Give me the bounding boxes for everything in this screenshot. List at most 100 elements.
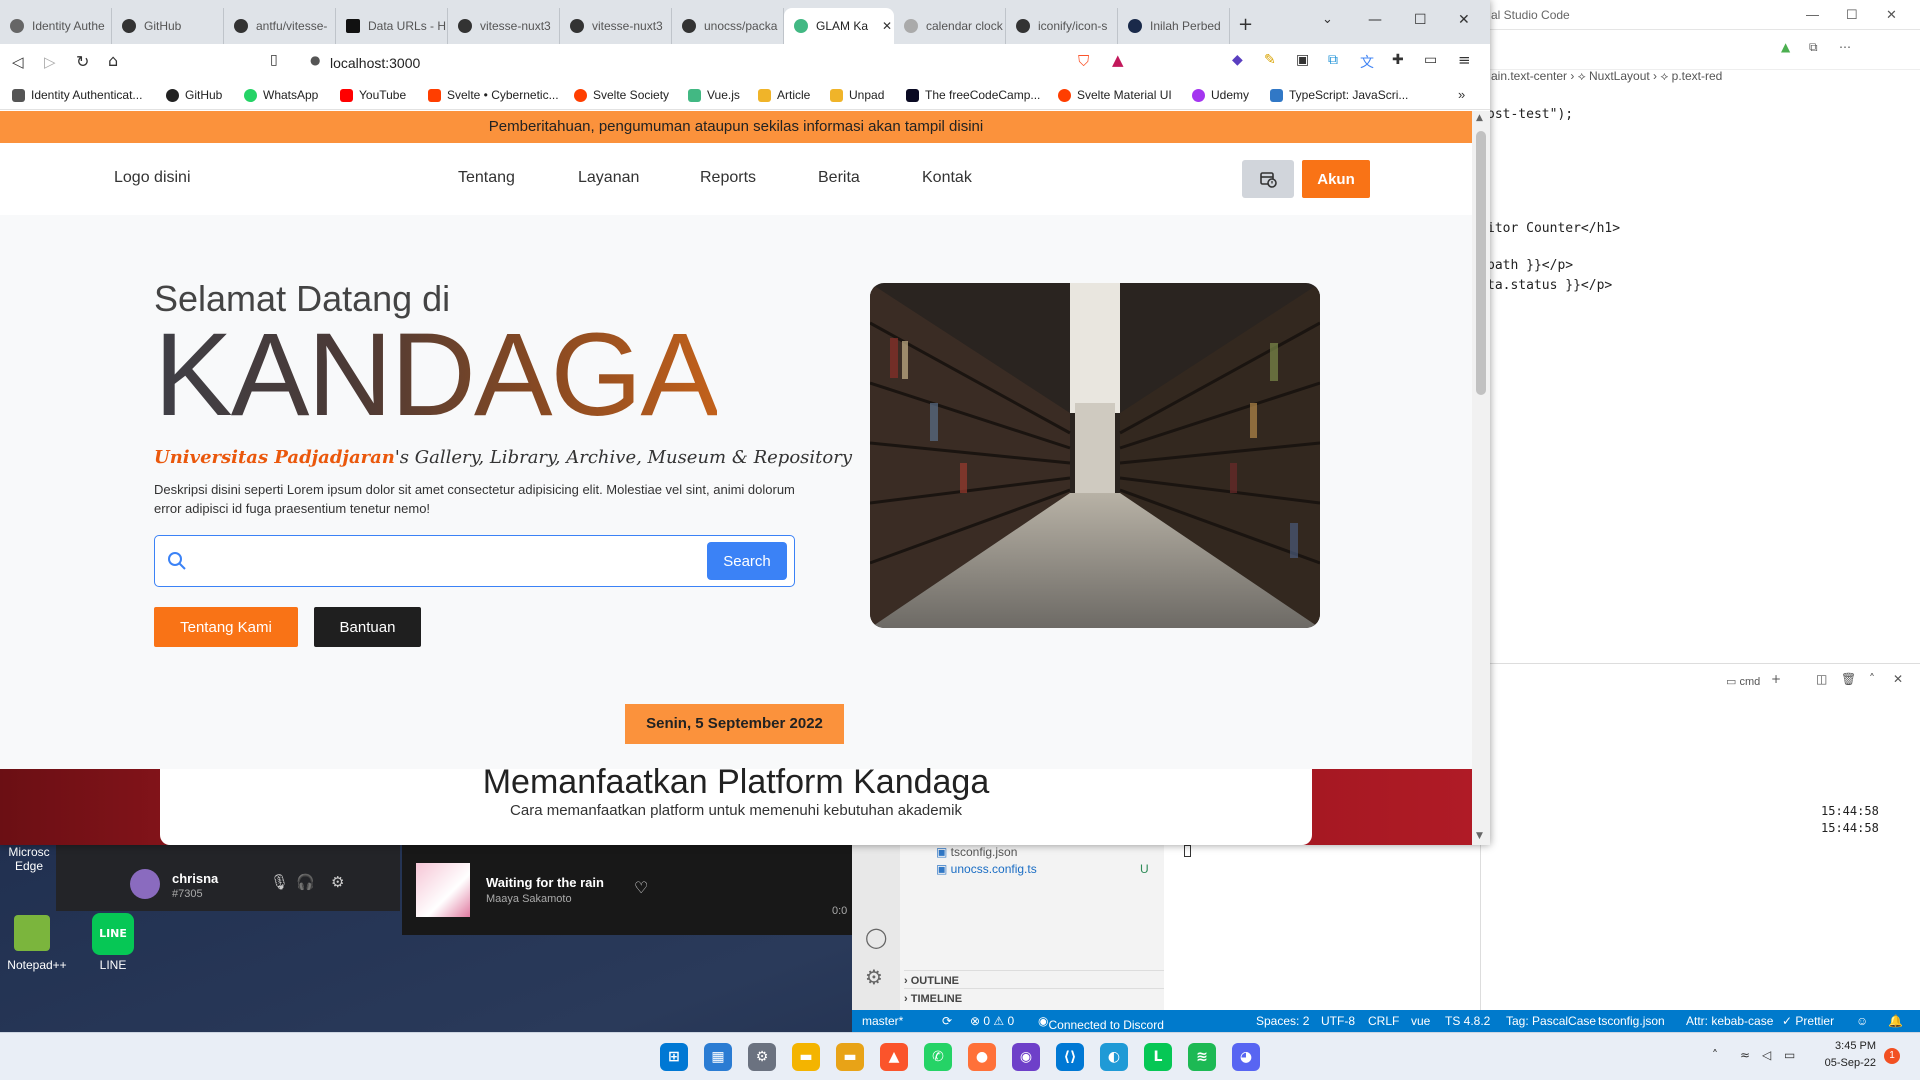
discord-status[interactable]: ◉ Connected to Discord [1038,1014,1164,1032]
extension-icon[interactable]: ◆ [1232,52,1243,68]
brave-icon[interactable]: ▲ [880,1043,908,1071]
settings-app-icon[interactable]: ⚙ [748,1043,776,1071]
heart-icon[interactable]: ♡ [634,878,648,897]
breadcrumb-item[interactable]: ain.text-center [1491,69,1567,83]
language-mode[interactable]: vue [1411,1014,1430,1028]
line-icon[interactable]: LINE [92,913,134,955]
bookmark-item[interactable]: Svelte Material UI [1058,88,1172,102]
headphones-icon[interactable]: 🎧 [296,873,315,891]
explorer-file[interactable]: ▣ tsconfig.json [936,845,1017,859]
gear-icon[interactable]: ⚙ [865,965,883,989]
code-line[interactable]: itor Counter</h1> [1487,221,1620,236]
close-tab-icon[interactable]: ✕ [882,19,892,33]
browser-tab[interactable]: vitesse-nuxt3 [448,8,560,44]
track-title[interactable]: Waiting for the rain [486,875,604,890]
track-artist[interactable]: Maaya Sakamoto [486,893,572,905]
desktop-icon-label[interactable]: Notepad++ [2,958,72,972]
avatar[interactable] [130,869,160,899]
brave-shields-icon[interactable]: ⛉ [1078,52,1089,70]
tsconfig-link[interactable]: tsconfig.json [1598,1014,1665,1028]
site-logo[interactable]: Logo disini [114,169,191,187]
widgets-icon[interactable]: ▦ [704,1043,732,1071]
menu-icon[interactable]: ≡ [1458,51,1471,69]
nav-kontak[interactable]: Kontak [922,169,972,187]
desktop-icon-label[interactable]: LINE [92,958,134,972]
bookmark-item[interactable]: Udemy [1192,88,1249,102]
problems-count[interactable]: ⊗ 0 ⚠ 0 [970,1014,1014,1028]
more-bookmarks-icon[interactable]: » [1458,87,1465,102]
browser-tab[interactable]: antfu/vitesse- [224,8,336,44]
git-branch[interactable]: master* [862,1014,903,1028]
vscode-icon[interactable]: ⟨⟩ [1056,1043,1084,1071]
browser-tab[interactable]: Inilah Perbed [1118,8,1230,44]
reload-icon[interactable]: ↻ [76,52,89,71]
code-line[interactable]: ost-test"); [1487,107,1573,122]
terminal-dropdown[interactable]: ▭ cmd [1726,675,1760,688]
explorer-file[interactable]: ▣ unocss.config.ts [936,862,1037,876]
trash-icon[interactable]: 🗑 [1841,672,1856,686]
bookmark-item[interactable]: GitHub [166,88,222,102]
firefox-icon[interactable]: ● [968,1043,996,1071]
bookmark-item[interactable]: Svelte • Cybernetic... [428,88,559,102]
site-info-icon[interactable]: ● [310,53,320,67]
browser-tab[interactable]: calendar clock [894,8,1006,44]
chevron-up-icon[interactable]: ˄ [1869,672,1875,686]
home-icon[interactable]: ⌂ [108,51,118,70]
close-panel-icon[interactable]: ✕ [1893,672,1903,686]
maximize-icon[interactable]: ☐ [1846,7,1858,23]
bookmark-item[interactable]: The freeCodeCamp... [906,88,1040,102]
code-line[interactable]: path }}</p> [1487,258,1573,273]
edge-icon[interactable]: ◐ [1100,1043,1128,1071]
discord-icon[interactable]: ◕ [1232,1043,1260,1071]
browser-tab-active[interactable]: GLAM Ka ✕ [784,8,894,44]
timeline-section[interactable]: › TIMELINE [904,988,1164,1005]
prettier-status[interactable]: ✓ Prettier [1782,1014,1834,1028]
sync-icon[interactable]: ⟳ [942,1014,952,1028]
address-bar[interactable] [330,50,1050,76]
outline-section[interactable]: › OUTLINE [904,970,1164,987]
more-icon[interactable]: ⋯ [1839,40,1851,54]
extension-icon[interactable]: ✎ [1264,52,1276,68]
scroll-down-icon[interactable]: ▼ [1476,831,1483,841]
bookmark-item[interactable]: YouTube [340,88,406,102]
encoding[interactable]: UTF-8 [1321,1014,1355,1028]
clock-date[interactable]: 05-Sep-22 [1816,1057,1876,1069]
about-button[interactable]: Tentang Kami [154,607,298,647]
battery-icon[interactable]: ▭ [1784,1048,1795,1062]
minimize-icon[interactable]: — [1368,12,1382,28]
bookmark-item[interactable]: Svelte Society [574,88,669,102]
account-button[interactable]: Akun [1302,160,1370,198]
brave-rewards-icon[interactable]: ▲ [1112,51,1124,69]
whatsapp-icon[interactable]: ✆ [924,1043,952,1071]
clock-time[interactable]: 3:45 PM [1816,1040,1876,1052]
ts-version[interactable]: TS 4.8.2 [1445,1014,1490,1028]
wallet-icon[interactable]: ▭ [1424,52,1437,68]
back-icon[interactable]: ◁ [12,53,24,71]
indent-spaces[interactable]: Spaces: 2 [1256,1014,1309,1028]
notification-badge[interactable]: 1 [1884,1048,1900,1064]
wifi-icon[interactable]: ≈ [1740,1048,1750,1062]
close-window-icon[interactable]: ✕ [1458,12,1470,28]
bookmark-item[interactable]: Unpad [830,88,884,102]
github-desktop-icon[interactable]: ◉ [1012,1043,1040,1071]
bookmark-item[interactable]: WhatsApp [244,88,318,102]
forward-icon[interactable]: ▷ [44,53,56,71]
browser-tab[interactable]: Identity Authe [0,8,112,44]
windows-start-icon[interactable]: ⊞ [660,1043,688,1071]
tag-case[interactable]: Tag: PascalCase [1506,1014,1596,1028]
page-scrollbar[interactable]: ▲ ▼ [1472,111,1490,845]
attr-case[interactable]: Attr: kebab-case [1686,1014,1773,1028]
bookmark-item[interactable]: Article [758,88,810,102]
bookmark-icon[interactable]: ▯ [270,52,278,68]
help-button[interactable]: Bantuan [314,607,421,647]
tab-search-icon[interactable]: ⌄ [1322,12,1333,27]
nav-reports[interactable]: Reports [700,169,756,187]
maximize-icon[interactable]: ☐ [1414,12,1427,28]
extension-icon[interactable]: ▣ [1296,52,1309,68]
browser-tab[interactable]: unocss/packa [672,8,784,44]
line-app-icon[interactable]: L [1144,1043,1172,1071]
file-explorer-icon[interactable]: ▬ [792,1043,820,1071]
browser-tab[interactable]: iconify/icon-s [1006,8,1118,44]
volume-icon[interactable]: ◁ [1762,1048,1771,1062]
browser-tab[interactable]: GitHub [112,8,224,44]
